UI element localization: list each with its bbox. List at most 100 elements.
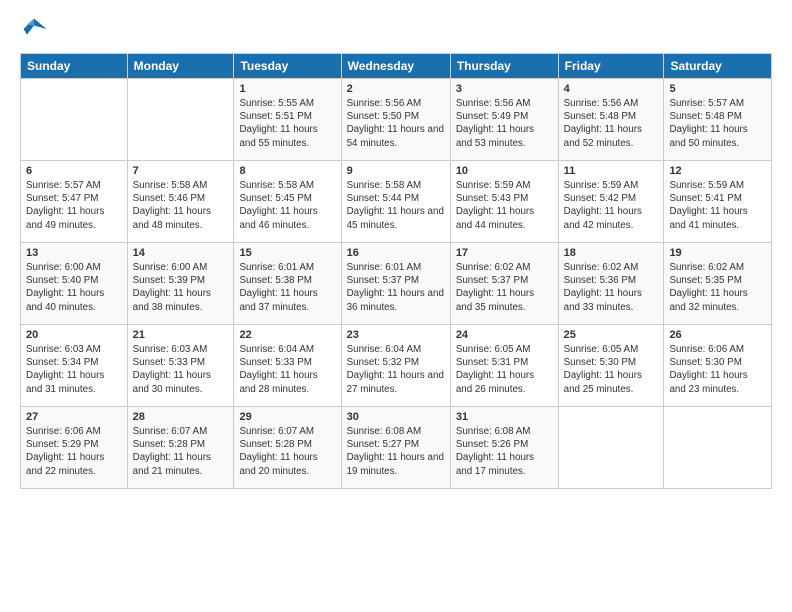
day-cell: [127, 79, 234, 161]
day-cell: 25 Sunrise: 6:05 AM Sunset: 5:30 PM Dayli…: [558, 325, 664, 407]
day-cell: 27 Sunrise: 6:06 AM Sunset: 5:29 PM Dayli…: [21, 407, 128, 489]
day-cell: 6 Sunrise: 5:57 AM Sunset: 5:47 PM Daylig…: [21, 161, 128, 243]
day-number: 7: [133, 165, 229, 177]
day-info: Sunrise: 6:03 AM Sunset: 5:34 PM Dayligh…: [26, 343, 122, 396]
day-info: Sunrise: 5:56 AM Sunset: 5:50 PM Dayligh…: [347, 97, 445, 150]
day-number: 31: [456, 411, 553, 423]
day-cell: 18 Sunrise: 6:02 AM Sunset: 5:36 PM Dayli…: [558, 243, 664, 325]
day-number: 27: [26, 411, 122, 423]
day-info: Sunrise: 6:01 AM Sunset: 5:38 PM Dayligh…: [239, 261, 335, 314]
header-row: SundayMondayTuesdayWednesdayThursdayFrid…: [21, 54, 772, 79]
day-number: 12: [669, 165, 766, 177]
week-row-0: 1Sunrise: 5:55 AM Sunset: 5:51 PM Daylig…: [21, 79, 772, 161]
day-number: 20: [26, 329, 122, 341]
day-number: 22: [239, 329, 335, 341]
col-header-tuesday: Tuesday: [234, 54, 341, 79]
day-number: 14: [133, 247, 229, 259]
day-cell: 1Sunrise: 5:55 AM Sunset: 5:51 PM Daylig…: [234, 79, 341, 161]
calendar-header: SundayMondayTuesdayWednesdayThursdayFrid…: [21, 54, 772, 79]
day-info: Sunrise: 5:58 AM Sunset: 5:44 PM Dayligh…: [347, 179, 445, 232]
day-cell: 10Sunrise: 5:59 AM Sunset: 5:43 PM Dayli…: [450, 161, 558, 243]
day-number: 30: [347, 411, 445, 423]
day-info: Sunrise: 6:00 AM Sunset: 5:39 PM Dayligh…: [133, 261, 229, 314]
day-number: 18: [564, 247, 659, 259]
day-cell: 8 Sunrise: 5:58 AM Sunset: 5:45 PM Daylig…: [234, 161, 341, 243]
day-cell: 29Sunrise: 6:07 AM Sunset: 5:28 PM Dayli…: [234, 407, 341, 489]
day-info: Sunrise: 6:00 AM Sunset: 5:40 PM Dayligh…: [26, 261, 122, 314]
day-number: 28: [133, 411, 229, 423]
week-row-1: 6 Sunrise: 5:57 AM Sunset: 5:47 PM Daylig…: [21, 161, 772, 243]
day-number: 16: [347, 247, 445, 259]
day-cell: 16 Sunrise: 6:01 AM Sunset: 5:37 PM Dayli…: [341, 243, 450, 325]
day-info: Sunrise: 6:08 AM Sunset: 5:26 PM Dayligh…: [456, 425, 553, 478]
calendar-table: SundayMondayTuesdayWednesdayThursdayFrid…: [20, 53, 772, 489]
day-number: 11: [564, 165, 659, 177]
day-info: Sunrise: 6:06 AM Sunset: 5:30 PM Dayligh…: [669, 343, 766, 396]
day-info: Sunrise: 6:08 AM Sunset: 5:27 PM Dayligh…: [347, 425, 445, 478]
day-info: Sunrise: 5:59 AM Sunset: 5:42 PM Dayligh…: [564, 179, 659, 232]
day-number: 4: [564, 83, 659, 95]
calendar-body: 1Sunrise: 5:55 AM Sunset: 5:51 PM Daylig…: [21, 79, 772, 489]
day-number: 8: [239, 165, 335, 177]
day-info: Sunrise: 6:04 AM Sunset: 5:32 PM Dayligh…: [347, 343, 445, 396]
day-cell: [21, 79, 128, 161]
day-number: 3: [456, 83, 553, 95]
day-number: 25: [564, 329, 659, 341]
day-cell: 9 Sunrise: 5:58 AM Sunset: 5:44 PM Daylig…: [341, 161, 450, 243]
day-info: Sunrise: 6:06 AM Sunset: 5:29 PM Dayligh…: [26, 425, 122, 478]
col-header-wednesday: Wednesday: [341, 54, 450, 79]
day-cell: [558, 407, 664, 489]
day-number: 23: [347, 329, 445, 341]
col-header-monday: Monday: [127, 54, 234, 79]
day-cell: 14 Sunrise: 6:00 AM Sunset: 5:39 PM Dayli…: [127, 243, 234, 325]
day-info: Sunrise: 6:07 AM Sunset: 5:28 PM Dayligh…: [239, 425, 335, 478]
day-number: 21: [133, 329, 229, 341]
day-info: Sunrise: 5:59 AM Sunset: 5:41 PM Dayligh…: [669, 179, 766, 232]
day-cell: 22 Sunrise: 6:04 AM Sunset: 5:33 PM Dayli…: [234, 325, 341, 407]
day-cell: 5Sunrise: 5:57 AM Sunset: 5:48 PM Daylig…: [664, 79, 772, 161]
day-info: Sunrise: 5:58 AM Sunset: 5:46 PM Dayligh…: [133, 179, 229, 232]
day-info: Sunrise: 6:02 AM Sunset: 5:35 PM Dayligh…: [669, 261, 766, 314]
day-info: Sunrise: 6:03 AM Sunset: 5:33 PM Dayligh…: [133, 343, 229, 396]
day-cell: 21 Sunrise: 6:03 AM Sunset: 5:33 PM Dayli…: [127, 325, 234, 407]
day-info: Sunrise: 6:02 AM Sunset: 5:37 PM Dayligh…: [456, 261, 553, 314]
day-info: Sunrise: 5:56 AM Sunset: 5:49 PM Dayligh…: [456, 97, 553, 150]
day-info: Sunrise: 5:56 AM Sunset: 5:48 PM Dayligh…: [564, 97, 659, 150]
header: [20, 15, 772, 43]
logo: [20, 15, 52, 43]
day-number: 6: [26, 165, 122, 177]
day-number: 2: [347, 83, 445, 95]
day-number: 26: [669, 329, 766, 341]
day-number: 17: [456, 247, 553, 259]
col-header-saturday: Saturday: [664, 54, 772, 79]
week-row-4: 27 Sunrise: 6:06 AM Sunset: 5:29 PM Dayli…: [21, 407, 772, 489]
day-number: 5: [669, 83, 766, 95]
day-info: Sunrise: 6:01 AM Sunset: 5:37 PM Dayligh…: [347, 261, 445, 314]
day-cell: 19 Sunrise: 6:02 AM Sunset: 5:35 PM Dayli…: [664, 243, 772, 325]
day-cell: 11 Sunrise: 5:59 AM Sunset: 5:42 PM Dayli…: [558, 161, 664, 243]
day-info: Sunrise: 5:55 AM Sunset: 5:51 PM Dayligh…: [239, 97, 335, 150]
day-cell: 12 Sunrise: 5:59 AM Sunset: 5:41 PM Dayli…: [664, 161, 772, 243]
day-info: Sunrise: 5:59 AM Sunset: 5:43 PM Dayligh…: [456, 179, 553, 232]
day-number: 19: [669, 247, 766, 259]
day-cell: 30 Sunrise: 6:08 AM Sunset: 5:27 PM Dayli…: [341, 407, 450, 489]
day-info: Sunrise: 5:58 AM Sunset: 5:45 PM Dayligh…: [239, 179, 335, 232]
day-info: Sunrise: 6:02 AM Sunset: 5:36 PM Dayligh…: [564, 261, 659, 314]
day-cell: 17 Sunrise: 6:02 AM Sunset: 5:37 PM Dayli…: [450, 243, 558, 325]
day-cell: 15 Sunrise: 6:01 AM Sunset: 5:38 PM Dayli…: [234, 243, 341, 325]
day-cell: 26 Sunrise: 6:06 AM Sunset: 5:30 PM Dayli…: [664, 325, 772, 407]
day-cell: 2 Sunrise: 5:56 AM Sunset: 5:50 PM Daylig…: [341, 79, 450, 161]
day-number: 9: [347, 165, 445, 177]
day-cell: 20 Sunrise: 6:03 AM Sunset: 5:34 PM Dayli…: [21, 325, 128, 407]
day-cell: 4 Sunrise: 5:56 AM Sunset: 5:48 PM Daylig…: [558, 79, 664, 161]
day-cell: 31 Sunrise: 6:08 AM Sunset: 5:26 PM Dayli…: [450, 407, 558, 489]
day-number: 15: [239, 247, 335, 259]
day-info: Sunrise: 6:04 AM Sunset: 5:33 PM Dayligh…: [239, 343, 335, 396]
day-cell: 13Sunrise: 6:00 AM Sunset: 5:40 PM Dayli…: [21, 243, 128, 325]
week-row-2: 13Sunrise: 6:00 AM Sunset: 5:40 PM Dayli…: [21, 243, 772, 325]
day-cell: 24Sunrise: 6:05 AM Sunset: 5:31 PM Dayli…: [450, 325, 558, 407]
day-info: Sunrise: 5:57 AM Sunset: 5:47 PM Dayligh…: [26, 179, 122, 232]
day-info: Sunrise: 6:05 AM Sunset: 5:30 PM Dayligh…: [564, 343, 659, 396]
day-cell: 23 Sunrise: 6:04 AM Sunset: 5:32 PM Dayli…: [341, 325, 450, 407]
day-info: Sunrise: 6:05 AM Sunset: 5:31 PM Dayligh…: [456, 343, 553, 396]
